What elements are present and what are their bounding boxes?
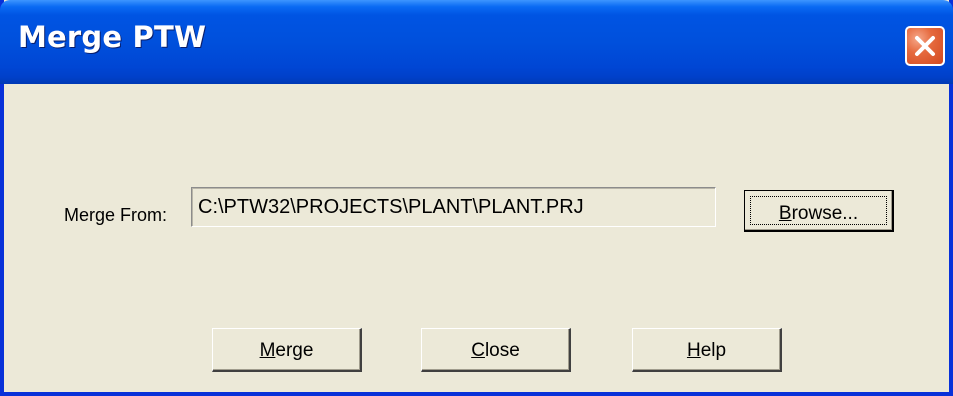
title-bar[interactable]: Merge PTW — [0, 0, 953, 84]
browse-focus-rect: Browse... — [750, 196, 887, 225]
browse-button[interactable]: Browse... — [744, 190, 894, 232]
merge-button[interactable]: Merge — [212, 328, 362, 372]
close-x-icon — [915, 36, 935, 56]
close-button[interactable]: Close — [421, 328, 571, 372]
merge-mnemonic: M — [259, 340, 276, 361]
close-label-rest: lose — [484, 340, 520, 361]
merge-from-path-field[interactable]: C:\PTW32\PROJECTS\PLANT\PLANT.PRJ — [191, 187, 716, 227]
help-button-label: Help — [687, 340, 726, 362]
browse-label-rest: rowse... — [791, 203, 859, 224]
merge-from-label: Merge From: — [64, 205, 168, 225]
close-mnemonic: C — [471, 340, 485, 361]
help-mnemonic: H — [686, 340, 701, 361]
merge-button-label: Merge — [260, 340, 314, 362]
browse-mnemonic: B — [778, 203, 792, 224]
browse-button-label: Browse... — [779, 203, 858, 225]
window-title: Merge PTW — [18, 20, 207, 54]
close-button-label: Close — [471, 340, 520, 362]
help-button[interactable]: Help — [632, 328, 782, 372]
merge-label-rest: erge — [275, 340, 314, 361]
merge-ptw-dialog: Merge PTW Merge From: C:\PTW32\PROJECTS\… — [0, 0, 953, 396]
help-label-rest: elp — [700, 340, 727, 361]
close-window-button[interactable] — [905, 26, 945, 66]
